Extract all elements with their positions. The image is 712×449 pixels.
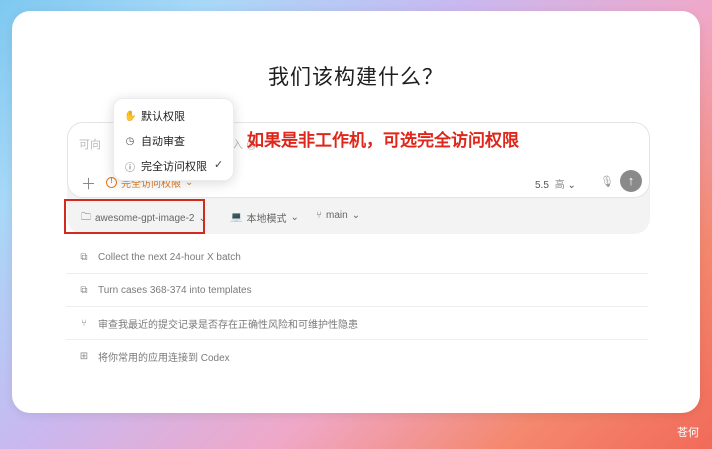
page-title: 我们该构建什么？ <box>268 66 444 89</box>
watermark: 苍何 <box>677 427 699 439</box>
suggestion-item[interactable]: ⊞ 将你常用的应用连接到 Codex <box>66 340 648 373</box>
hand-icon: ✋ <box>124 110 137 122</box>
git-branch-icon: ⑂ <box>316 210 322 221</box>
suggestion-item[interactable]: ⑂ 审查我最近的提交记录是否存在正确性风险和可维护性隐患 <box>66 307 648 340</box>
warning-icon: ⓘ <box>125 162 135 174</box>
checkmark-icon: ✓ <box>214 159 224 171</box>
clock-icon: ◷ <box>125 135 135 147</box>
suggestion-text: Turn cases 368-374 into templates <box>98 284 252 296</box>
suggestion-text: 审查我最近的提交记录是否存在正确性风险和可维护性隐患 <box>98 319 358 331</box>
laptop-icon: 💻 <box>230 212 243 223</box>
branch-selector[interactable]: ⑂ main ⌄ <box>316 210 360 221</box>
send-button[interactable]: ↑ <box>620 170 642 192</box>
placeholder-start: 可向 <box>79 139 101 151</box>
quality-label: 高 <box>554 180 565 191</box>
apps-grid-icon: ⊞ <box>79 351 89 362</box>
menu-item-full-access[interactable]: ⓘ 完全访问权限 <box>124 158 207 174</box>
link-icon: ⧉ <box>80 284 88 296</box>
suggestion-text: Collect the next 24-hour X batch <box>98 251 241 263</box>
menu-item-label: 默认权限 <box>141 111 185 123</box>
suggestion-text: 将你常用的应用连接到 Codex <box>98 353 230 364</box>
chevron-down-icon: ⌄ <box>351 210 361 221</box>
annotation-highlight-box <box>64 199 205 234</box>
suggestion-item[interactable]: ⧉ Collect the next 24-hour X batch <box>66 241 648 274</box>
chevron-down-icon: ⌄ <box>567 180 576 191</box>
warning-icon: ! <box>106 177 117 188</box>
suggestion-item[interactable]: ⧉ Turn cases 368-374 into templates <box>66 274 648 307</box>
permission-menu: ✋ 默认权限 ◷ 自动审查 ⓘ 完全访问权限 ✓ <box>113 98 234 181</box>
menu-item-auto-review[interactable]: ◷ 自动审查 <box>124 133 185 149</box>
model-name: 5.5 <box>535 180 549 191</box>
annotation-text: 如果是非工作机，可选完全访问权限 <box>247 131 519 150</box>
branch-name: main <box>326 210 348 221</box>
model-selector[interactable]: 5.5 高 ⌄ <box>535 176 576 191</box>
microphone-icon[interactable]: 🎙 <box>600 175 614 188</box>
menu-item-default-permission[interactable]: ✋ 默认权限 <box>124 108 185 124</box>
menu-item-label: 完全访问权限 <box>141 161 207 173</box>
link-icon: ⧉ <box>80 251 88 263</box>
git-branch-icon: ⑂ <box>81 317 87 329</box>
mode-label: 本地模式 <box>246 214 287 225</box>
menu-item-label: 自动审查 <box>141 136 185 148</box>
mode-selector[interactable]: 💻 本地模式 ⌄ <box>230 210 299 225</box>
add-attachment-icon[interactable]: ＋ <box>81 173 96 194</box>
chevron-down-icon: ⌄ <box>290 212 299 223</box>
